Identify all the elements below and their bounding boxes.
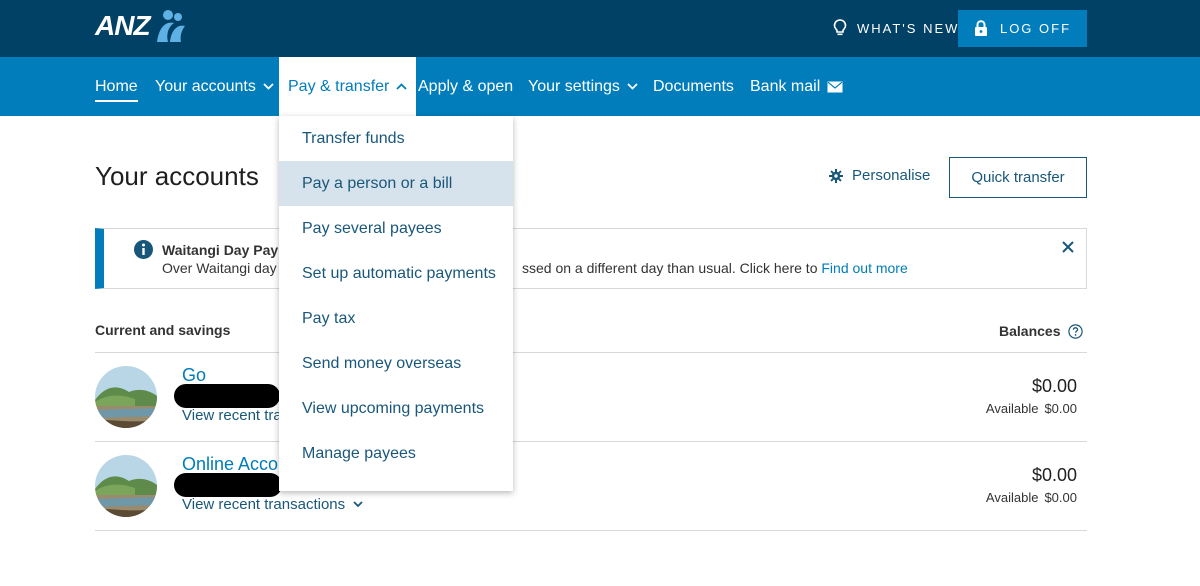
whats-new-label: WHAT'S NEW (857, 20, 960, 36)
account-name-link[interactable]: Go (182, 365, 206, 386)
menu-item-send-money-overseas[interactable]: Send money overseas (279, 341, 513, 386)
nav-your-settings-label: Your settings (528, 77, 620, 95)
pay-transfer-menu: Transfer funds Pay a person or a bill Pa… (279, 116, 513, 491)
nav-home[interactable]: Home (95, 57, 138, 116)
nav-bank-mail[interactable]: Bank mail (750, 57, 843, 116)
available-balance: Available $0.00 (986, 401, 1077, 416)
view-recent-transactions[interactable]: View recent tra (182, 407, 282, 424)
nav-pay-transfer[interactable]: Pay & transfer (279, 57, 417, 116)
menu-item-pay-tax[interactable]: Pay tax (279, 296, 513, 341)
account-balance: $0.00 (1031, 376, 1077, 396)
account-avatar (95, 366, 157, 428)
menu-item-transfer-funds[interactable]: Transfer funds (279, 116, 513, 161)
landscape-image (95, 455, 157, 517)
log-off-label: LOG OFF (999, 21, 1072, 36)
top-bar: ANZ WHAT'S NEW LOG OFF (0, 0, 1200, 57)
section-title: Current and savings (95, 322, 231, 338)
divider (95, 530, 1087, 531)
available-label: Available (985, 401, 1039, 416)
nav-your-accounts-label: Your accounts (155, 77, 256, 95)
chevron-up-icon (396, 83, 408, 90)
nav-home-label: Home (95, 77, 138, 95)
menu-item-pay-several-payees[interactable]: Pay several payees (279, 206, 513, 251)
landscape-image (95, 366, 157, 428)
nav-documents-label: Documents (653, 77, 734, 95)
personalise-link[interactable]: Personalise (829, 167, 930, 184)
redacted-account-number (174, 384, 280, 408)
main-nav: Home Your accounts Pay & transfer Apply … (0, 57, 1200, 116)
gear-icon (829, 168, 843, 183)
page-title: Your accounts (95, 161, 259, 191)
anz-people-icon (156, 10, 185, 42)
available-value: $0.00 (1044, 490, 1077, 505)
nav-your-accounts[interactable]: Your accounts (155, 57, 274, 116)
menu-item-upcoming-payments[interactable]: View upcoming payments (279, 386, 513, 431)
available-balance: Available $0.00 (986, 490, 1077, 505)
lock-icon (974, 20, 987, 36)
active-underline (95, 100, 138, 102)
chevron-down-icon (353, 501, 363, 508)
nav-documents[interactable]: Documents (653, 57, 734, 116)
alert-body-left: Over Waitangi day w (162, 260, 291, 276)
available-label: Available (985, 490, 1039, 505)
personalise-label: Personalise (852, 167, 931, 184)
find-out-more-link[interactable]: Find out more (821, 260, 907, 276)
account-avatar (95, 455, 157, 517)
menu-item-manage-payees[interactable]: Manage payees (279, 431, 513, 476)
anz-logo[interactable]: ANZ (95, 8, 188, 44)
info-icon (134, 240, 153, 259)
chevron-down-icon (263, 83, 274, 90)
balances-header: Balances (999, 323, 1084, 339)
nav-apply-open-label: Apply & open (418, 77, 514, 95)
logo-text: ANZ (95, 10, 151, 41)
close-icon[interactable] (1062, 241, 1074, 253)
nav-pay-transfer-label: Pay & transfer (288, 77, 390, 95)
alert-body-right: ssed on a different day than usual. Clic… (522, 260, 908, 276)
account-name-link[interactable]: Online Accou (182, 454, 288, 475)
chevron-down-icon (627, 83, 638, 90)
view-recent-transactions[interactable]: View recent transactions (182, 496, 363, 513)
alert-title: Waitangi Day Paym (162, 242, 291, 258)
view-recent-label: View recent transactions (182, 496, 346, 513)
help-icon[interactable] (1068, 323, 1084, 339)
view-recent-label: View recent tra (182, 407, 282, 424)
nav-bank-mail-label: Bank mail (750, 77, 821, 95)
account-row: Go View recent tra $0.00 Available $0.00 (95, 353, 1087, 441)
lightbulb-icon (833, 19, 847, 36)
nav-apply-open[interactable]: Apply & open (418, 57, 513, 116)
envelope-icon (827, 81, 843, 92)
menu-item-automatic-payments[interactable]: Set up automatic payments (279, 251, 513, 296)
account-balance: $0.00 (1031, 465, 1077, 485)
info-alert: Waitangi Day Paym Over Waitangi day w ss… (95, 228, 1087, 289)
alert-body-text: ssed on a different day than usual. Clic… (522, 260, 822, 276)
nav-your-settings[interactable]: Your settings (528, 57, 638, 116)
redacted-account-number (174, 473, 282, 497)
whats-new-link[interactable]: WHAT'S NEW (833, 18, 959, 38)
log-off-button[interactable]: LOG OFF (958, 10, 1087, 47)
quick-transfer-button[interactable]: Quick transfer (949, 157, 1087, 198)
balances-label: Balances (999, 323, 1061, 339)
menu-item-pay-person-or-bill[interactable]: Pay a person or a bill (279, 161, 513, 206)
account-row: Online Accou View recent transactions $0… (95, 442, 1087, 530)
available-value: $0.00 (1044, 401, 1077, 416)
